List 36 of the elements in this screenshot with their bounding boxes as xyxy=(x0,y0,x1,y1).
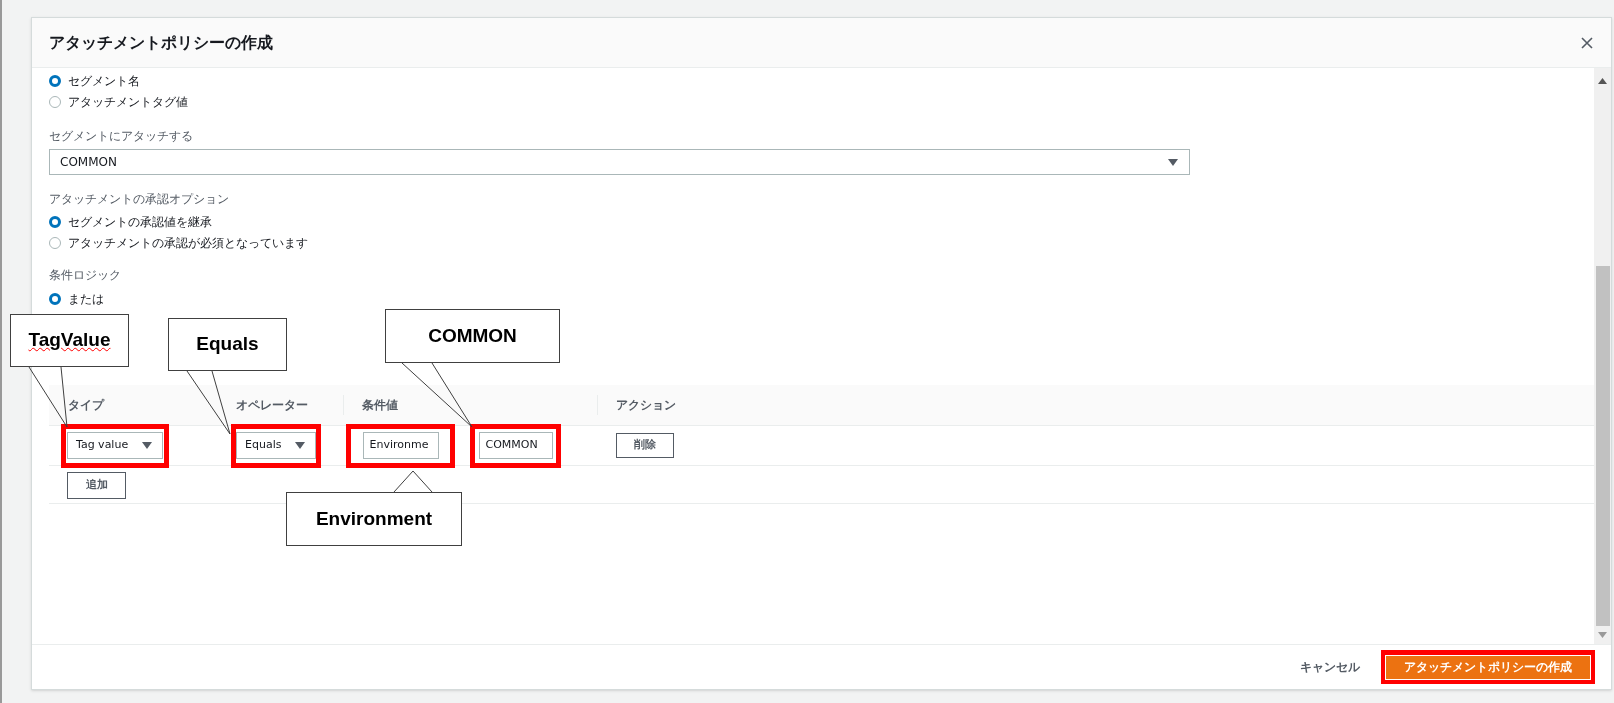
radio-button[interactable] xyxy=(49,292,61,305)
select-field[interactable]: Equals xyxy=(236,432,316,459)
radio-label: セグメント名 xyxy=(68,72,140,90)
callout-text: Environment xyxy=(315,506,433,531)
column-header: タイプ xyxy=(68,397,104,414)
cancel-button[interactable]: キャンセル xyxy=(1300,658,1360,676)
field-label: セグメントにアタッチする xyxy=(49,128,193,145)
radio-button[interactable] xyxy=(49,95,61,108)
callout-text: TagValue xyxy=(28,328,111,353)
select-field[interactable]: Tag value xyxy=(67,432,163,459)
input-field[interactable]: Environme xyxy=(362,432,439,459)
radio-button[interactable] xyxy=(49,74,61,87)
radio-button[interactable] xyxy=(49,236,61,249)
caret-icon xyxy=(142,442,152,449)
caret-icon xyxy=(295,442,305,449)
column-header: 条件値 xyxy=(362,397,398,414)
scrollbar[interactable] xyxy=(1594,68,1611,644)
column-header: アクション xyxy=(616,397,676,414)
caret-icon xyxy=(1168,158,1178,166)
callout-text: Equals xyxy=(196,332,259,357)
segment-select[interactable]: COMMON xyxy=(49,149,1190,175)
radio-button[interactable] xyxy=(49,215,61,228)
radio-label: アタッチメントの承認が必須となっています xyxy=(68,234,308,252)
callout-text: COMMON xyxy=(428,323,517,348)
field-label: アタッチメントの承認オプション xyxy=(49,191,229,208)
delete-button[interactable]: 削除 xyxy=(616,433,674,458)
dialog-title: アタッチメントポリシーの作成 xyxy=(49,31,273,54)
scroll-up-icon[interactable] xyxy=(1598,78,1607,84)
radio-label: セグメントの承認値を継承 xyxy=(68,213,212,231)
column-header: オペレーター xyxy=(236,397,308,414)
input-field[interactable]: COMMON xyxy=(478,432,553,459)
radio-label: アタッチメントタグ値 xyxy=(68,93,188,111)
add-button[interactable]: 追加 xyxy=(67,471,126,499)
close-icon[interactable] xyxy=(1581,36,1593,49)
radio-label: または xyxy=(68,290,104,308)
field-label: 条件ロジック xyxy=(49,267,121,284)
